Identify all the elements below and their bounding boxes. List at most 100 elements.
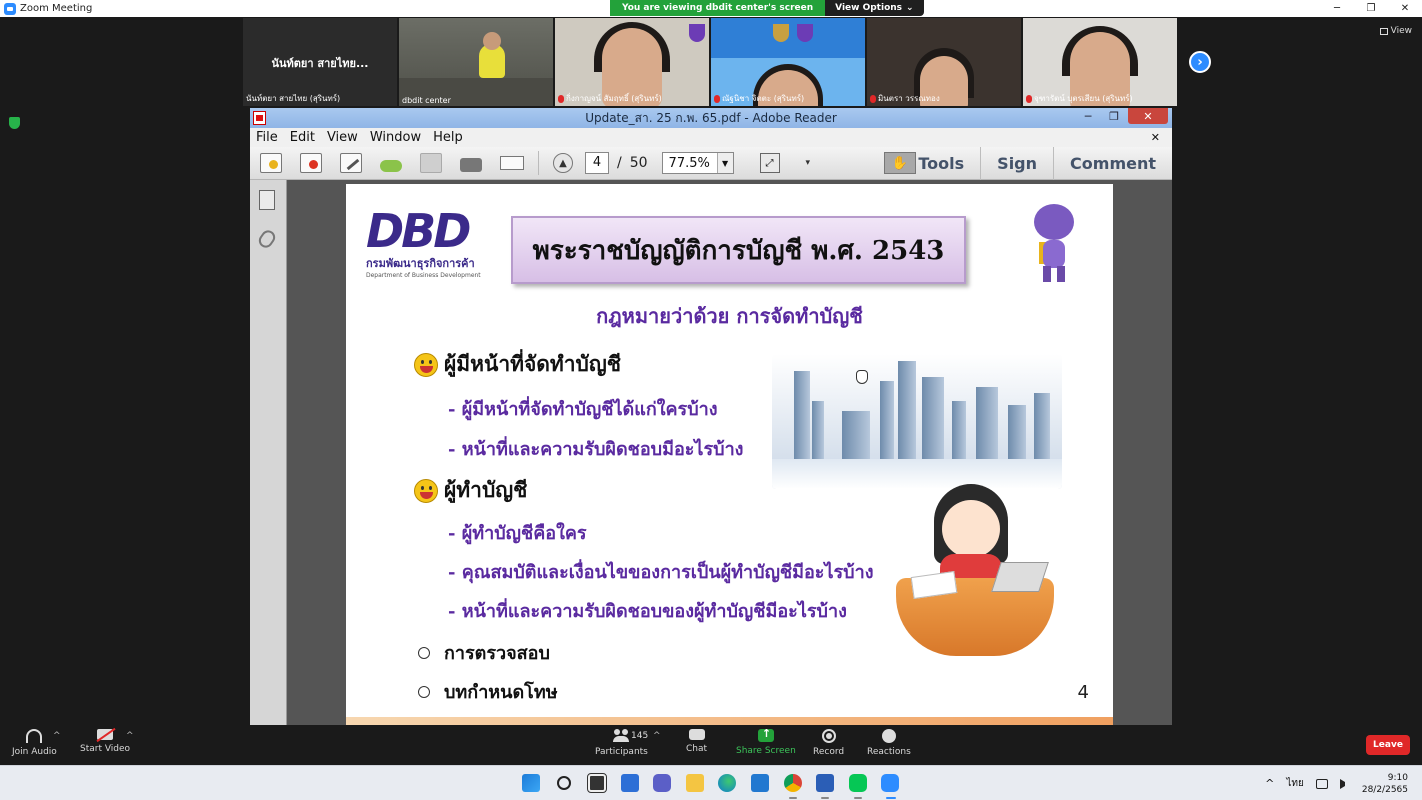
line-app-icon[interactable] <box>849 774 867 792</box>
widgets-icon[interactable] <box>621 774 639 792</box>
zoom-select[interactable]: 77.5% ▼ <box>661 152 734 174</box>
reader-title-bar: Update_สา. 25 ก.พ. 65.pdf - Adobe Reader… <box>250 108 1172 128</box>
chat-icon <box>688 729 705 740</box>
close-document-icon[interactable]: ✕ <box>1145 131 1166 144</box>
circle-item: การตรวจสอบ <box>418 638 550 667</box>
menu-view[interactable]: View <box>321 130 364 145</box>
email-icon[interactable] <box>500 156 524 170</box>
dropdown-arrow-icon[interactable]: ▼ <box>716 153 733 173</box>
sign-tab[interactable]: Sign <box>980 147 1053 180</box>
participants-caret-icon[interactable]: ^ <box>653 731 661 741</box>
previous-page-icon[interactable]: ▲ <box>553 153 573 173</box>
chat-label: Chat <box>686 744 708 754</box>
menu-file[interactable]: File <box>250 130 284 145</box>
running-indicator <box>854 797 862 799</box>
menu-window[interactable]: Window <box>364 130 427 145</box>
view-options-button[interactable]: View Options ⌄ <box>825 0 924 16</box>
section-heading-text: ผู้ทำบัญชี <box>444 477 528 502</box>
menu-help[interactable]: Help <box>427 130 469 145</box>
minimize-icon[interactable]: ─ <box>1320 0 1354 17</box>
print-icon[interactable] <box>460 158 482 172</box>
speaker-icon[interactable] <box>1339 778 1350 789</box>
leave-button[interactable]: Leave <box>1366 735 1410 755</box>
hidden-icons-chevron-icon[interactable]: ^ <box>1265 777 1274 790</box>
audio-options-caret-icon[interactable]: ^ <box>53 731 61 741</box>
view-button[interactable]: View <box>1379 26 1412 36</box>
running-indicator <box>789 797 797 799</box>
chrome-browser-icon[interactable] <box>784 774 802 792</box>
restore-icon[interactable]: ❐ <box>1102 108 1126 124</box>
zoom-control-bar: Join Audio ^ Start Video ^ Participants … <box>0 725 1422 765</box>
minimize-icon[interactable]: ─ <box>1076 108 1100 124</box>
logo-thai-text: กรมพัฒนาธุรกิจการค้า <box>366 257 475 270</box>
zoom-app-icon[interactable] <box>881 774 899 792</box>
participant-count: 145 <box>631 731 649 741</box>
start-video-button[interactable]: Start Video <box>80 729 130 754</box>
active-app-indicator <box>886 797 896 799</box>
chevron-right-icon: › <box>1197 54 1203 70</box>
chat-button[interactable]: Chat <box>686 729 707 754</box>
security-shield-icon[interactable] <box>9 117 20 129</box>
network-icon[interactable] <box>1315 778 1328 789</box>
circle-item-text: การตรวจสอบ <box>444 643 550 664</box>
participant-tile[interactable]: กิ่งกาญจน์ สัมฤทธิ์ (สุรินทร์) <box>555 18 709 106</box>
section-heading: ผู้มีหน้าที่จัดทำบัญชี <box>414 348 621 381</box>
join-audio-button[interactable]: Join Audio <box>12 729 57 757</box>
circle-bullet-icon <box>418 685 430 698</box>
menu-edit[interactable]: Edit <box>284 130 321 145</box>
more-tools-icon[interactable]: ▾ <box>806 158 811 168</box>
share-screen-button[interactable]: Share Screen <box>736 727 796 756</box>
circle-item-text: บทกำหนดโทษ <box>444 682 558 703</box>
word-app-icon[interactable] <box>816 774 834 792</box>
headset-icon <box>26 729 43 743</box>
participant-tile-active[interactable]: dbdit center <box>399 18 553 106</box>
page-separator: / <box>617 155 622 171</box>
page-number-input[interactable]: 4 <box>585 152 609 174</box>
reader-window-controls: ─ ❐ ✕ <box>1076 108 1168 126</box>
save-icon[interactable] <box>420 153 442 173</box>
participant-tile[interactable]: นันท์ตยา สายไทย... นันท์ตยา สายไทย (สุริ… <box>243 18 397 106</box>
comment-tab[interactable]: Comment <box>1053 147 1172 180</box>
grid-view-icon <box>1379 27 1388 35</box>
participant-name: จุฑารัตน์ บุตรเสียน (สุรินทร์) <box>1034 94 1133 103</box>
edit-icon[interactable] <box>340 153 362 173</box>
record-icon <box>821 729 836 743</box>
open-icon[interactable] <box>260 153 282 173</box>
participant-tile[interactable]: มินตรา วรรณทอง <box>867 18 1021 106</box>
attachments-icon[interactable] <box>256 227 278 251</box>
fit-page-icon[interactable]: ⤢ <box>759 153 780 173</box>
create-pdf-icon[interactable] <box>300 153 322 173</box>
join-audio-label: Join Audio <box>12 747 57 757</box>
start-menu-icon[interactable] <box>522 774 540 792</box>
muted-mic-icon <box>1026 94 1032 103</box>
participant-tile[interactable]: ณัฐนิชา จิตตะ (สุรินทร์) <box>711 18 865 106</box>
file-explorer-icon[interactable] <box>686 774 704 792</box>
document-area[interactable]: DBD กรมพัฒนาธุรกิจการค้า Department of B… <box>250 180 1172 725</box>
screen: Zoom Meeting ─ ❐ ✕ You are viewing dbdit… <box>0 0 1422 800</box>
circle-bullet-icon <box>418 646 430 659</box>
record-button[interactable]: Record <box>813 729 844 757</box>
teams-chat-icon[interactable] <box>653 774 671 792</box>
next-participants-button[interactable]: › <box>1189 51 1211 73</box>
edge-browser-icon[interactable] <box>718 774 736 792</box>
muted-mic-icon <box>714 94 720 103</box>
accountant-illustration <box>896 484 1056 659</box>
task-view-icon[interactable] <box>587 773 607 793</box>
microsoft-store-icon[interactable] <box>751 774 769 792</box>
slide-title-box: พระราชบัญญัติการบัญชี พ.ศ. 2543 <box>511 216 966 284</box>
page-thumbnails-icon[interactable] <box>259 190 275 210</box>
clock[interactable]: 9:10 28/2/2565 <box>1362 772 1408 796</box>
upload-cloud-icon[interactable] <box>380 160 402 172</box>
maximize-icon[interactable]: ❐ <box>1354 0 1388 17</box>
tools-tab[interactable]: Tools <box>902 147 980 180</box>
search-icon[interactable] <box>557 776 571 790</box>
start-video-label: Start Video <box>80 744 131 754</box>
close-icon[interactable]: ✕ <box>1128 108 1168 124</box>
video-options-caret-icon[interactable]: ^ <box>126 731 134 741</box>
close-icon[interactable]: ✕ <box>1388 0 1422 17</box>
participant-tile[interactable]: จุฑารัตน์ บุตรเสียน (สุรินทร์) <box>1023 18 1177 106</box>
adobe-reader-window: Update_สา. 25 ก.พ. 65.pdf - Adobe Reader… <box>250 108 1172 725</box>
reactions-button[interactable]: Reactions <box>867 729 911 757</box>
input-language[interactable]: ไทย <box>1286 776 1303 791</box>
school-badge-icon <box>797 24 813 42</box>
